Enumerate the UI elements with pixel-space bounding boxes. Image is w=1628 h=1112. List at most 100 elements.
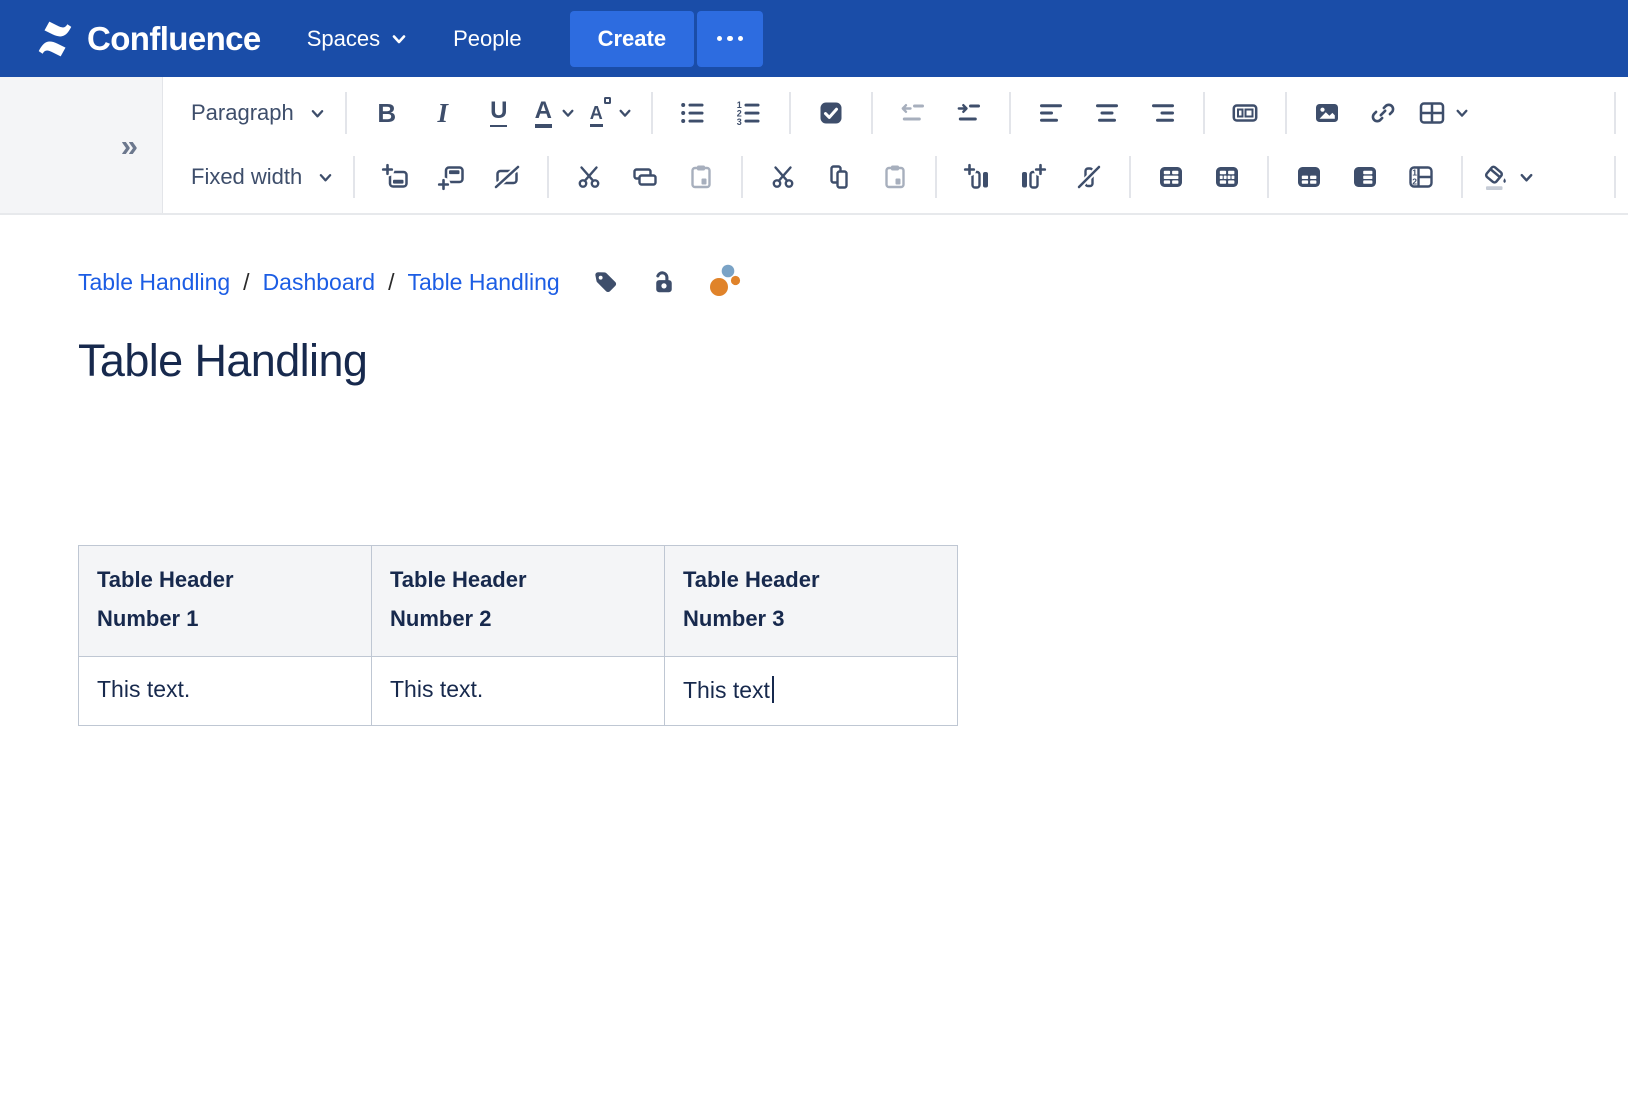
- nav-spaces[interactable]: Spaces: [307, 26, 407, 52]
- task-list-button[interactable]: [808, 90, 854, 136]
- numbering-column-button[interactable]: 1 2: [1398, 154, 1444, 200]
- heading-row-button[interactable]: [1286, 154, 1332, 200]
- italic-button[interactable]: I: [420, 90, 466, 136]
- page-title[interactable]: Table Handling: [78, 335, 1628, 387]
- insert-image-button[interactable]: [1304, 90, 1350, 136]
- underline-button[interactable]: U: [476, 90, 522, 136]
- table-cell[interactable]: This text.: [79, 657, 372, 726]
- delete-row-icon: [493, 163, 521, 191]
- cut-column-icon: [769, 163, 797, 191]
- heading-column-button[interactable]: [1342, 154, 1388, 200]
- toolbar-separator: [871, 92, 873, 134]
- restrictions-button[interactable]: [648, 267, 679, 298]
- toolbar-row-text: Paragraph B I U A A: [183, 81, 1628, 145]
- table-cell[interactable]: This text: [665, 657, 958, 726]
- insert-column-before-button[interactable]: [954, 154, 1000, 200]
- paste-row-button[interactable]: [678, 154, 724, 200]
- breadcrumb-space-link[interactable]: Table Handling: [78, 269, 230, 296]
- table-header-cell[interactable]: Table Header Number 1: [79, 546, 372, 657]
- delete-row-button[interactable]: [484, 154, 530, 200]
- nav-more-button[interactable]: [697, 11, 763, 67]
- cut-column-button[interactable]: [760, 154, 806, 200]
- numbered-list-button[interactable]: 1 2 3: [726, 90, 772, 136]
- table-cell[interactable]: This text.: [372, 657, 665, 726]
- indent-button[interactable]: [946, 90, 992, 136]
- table-width-dropdown[interactable]: Fixed width: [183, 164, 341, 190]
- toolbar-separator: [1614, 156, 1616, 198]
- sidebar-collapsed-strip: »: [0, 77, 163, 213]
- indent-icon: [955, 99, 983, 127]
- delete-column-button[interactable]: [1066, 154, 1112, 200]
- breadcrumb-separator: /: [388, 269, 394, 296]
- create-button[interactable]: Create: [570, 11, 694, 67]
- superscript-dropdown-button[interactable]: A: [588, 90, 634, 136]
- table-header-cell[interactable]: Table Header Number 3: [665, 546, 958, 657]
- toolbar-separator: [1461, 156, 1463, 198]
- insert-image-icon: [1313, 99, 1341, 127]
- table-header-cell[interactable]: Table Header Number 2: [372, 546, 665, 657]
- toolbar-separator: [1285, 92, 1287, 134]
- cell-background-color-icon: [1482, 163, 1510, 191]
- heading-column-icon: [1351, 163, 1379, 191]
- copy-column-button[interactable]: [816, 154, 862, 200]
- text-color-icon: A: [535, 99, 552, 128]
- chevron-down-icon: [1455, 106, 1469, 120]
- collaborators-button[interactable]: [706, 262, 744, 302]
- paragraph-style-dropdown[interactable]: Paragraph: [183, 100, 333, 126]
- toolbar-separator: [547, 156, 549, 198]
- align-left-icon: [1037, 99, 1065, 127]
- bold-icon: B: [377, 100, 396, 126]
- italic-icon: I: [437, 100, 448, 127]
- insert-row-below-button[interactable]: [428, 154, 474, 200]
- chevron-down-icon: [561, 106, 575, 120]
- split-cells-icon: [1213, 163, 1241, 191]
- cut-row-icon: [575, 163, 603, 191]
- insert-link-button[interactable]: [1360, 90, 1406, 136]
- tag-icon: [590, 267, 621, 298]
- chevron-down-icon: [318, 170, 333, 185]
- insert-row-below-icon: [437, 163, 465, 191]
- page-layout-button[interactable]: [1222, 90, 1268, 136]
- insert-table-button[interactable]: [1416, 90, 1471, 136]
- align-center-button[interactable]: [1084, 90, 1130, 136]
- cut-row-button[interactable]: [566, 154, 612, 200]
- outdent-button[interactable]: [890, 90, 936, 136]
- confluence-brand[interactable]: Confluence: [34, 18, 261, 60]
- bold-button[interactable]: B: [364, 90, 410, 136]
- underline-icon: U: [490, 99, 507, 127]
- align-right-button[interactable]: [1140, 90, 1186, 136]
- toolbar-separator: [651, 92, 653, 134]
- toolbar-separator: [789, 92, 791, 134]
- paste-column-button[interactable]: [872, 154, 918, 200]
- toolbar-separator: [1614, 92, 1616, 134]
- cell-background-color-button[interactable]: [1480, 154, 1536, 200]
- merge-cells-button[interactable]: [1148, 154, 1194, 200]
- expand-sidebar-button[interactable]: »: [115, 129, 144, 162]
- toolbar-separator: [1203, 92, 1205, 134]
- toolbar-separator: [1267, 156, 1269, 198]
- svg-text:3: 3: [737, 117, 742, 127]
- toolbar-separator: [353, 156, 355, 198]
- editor-toolbar-area: » Paragraph B I U A A: [0, 77, 1628, 215]
- insert-row-above-button[interactable]: [372, 154, 418, 200]
- outdent-icon: [899, 99, 927, 127]
- breadcrumb-dashboard-link[interactable]: Dashboard: [263, 269, 376, 296]
- heading-row-icon: [1295, 163, 1323, 191]
- bullet-list-button[interactable]: [670, 90, 716, 136]
- insert-column-after-button[interactable]: [1010, 154, 1056, 200]
- nav-actions: Create: [570, 11, 763, 67]
- split-cells-button[interactable]: [1204, 154, 1250, 200]
- breadcrumb-page-link[interactable]: Table Handling: [407, 269, 559, 296]
- svg-text:2: 2: [1413, 177, 1418, 187]
- text-color-button[interactable]: A: [532, 90, 578, 136]
- paste-row-icon: [687, 163, 715, 191]
- numbering-column-icon: 1 2: [1407, 163, 1435, 191]
- align-left-button[interactable]: [1028, 90, 1074, 136]
- nav-people[interactable]: People: [453, 26, 522, 52]
- text-cursor: [772, 676, 774, 703]
- insert-column-after-icon: [1019, 163, 1047, 191]
- unlock-icon: [648, 267, 679, 298]
- copy-row-button[interactable]: [622, 154, 668, 200]
- toolbar-separator: [741, 156, 743, 198]
- labels-button[interactable]: [590, 267, 621, 298]
